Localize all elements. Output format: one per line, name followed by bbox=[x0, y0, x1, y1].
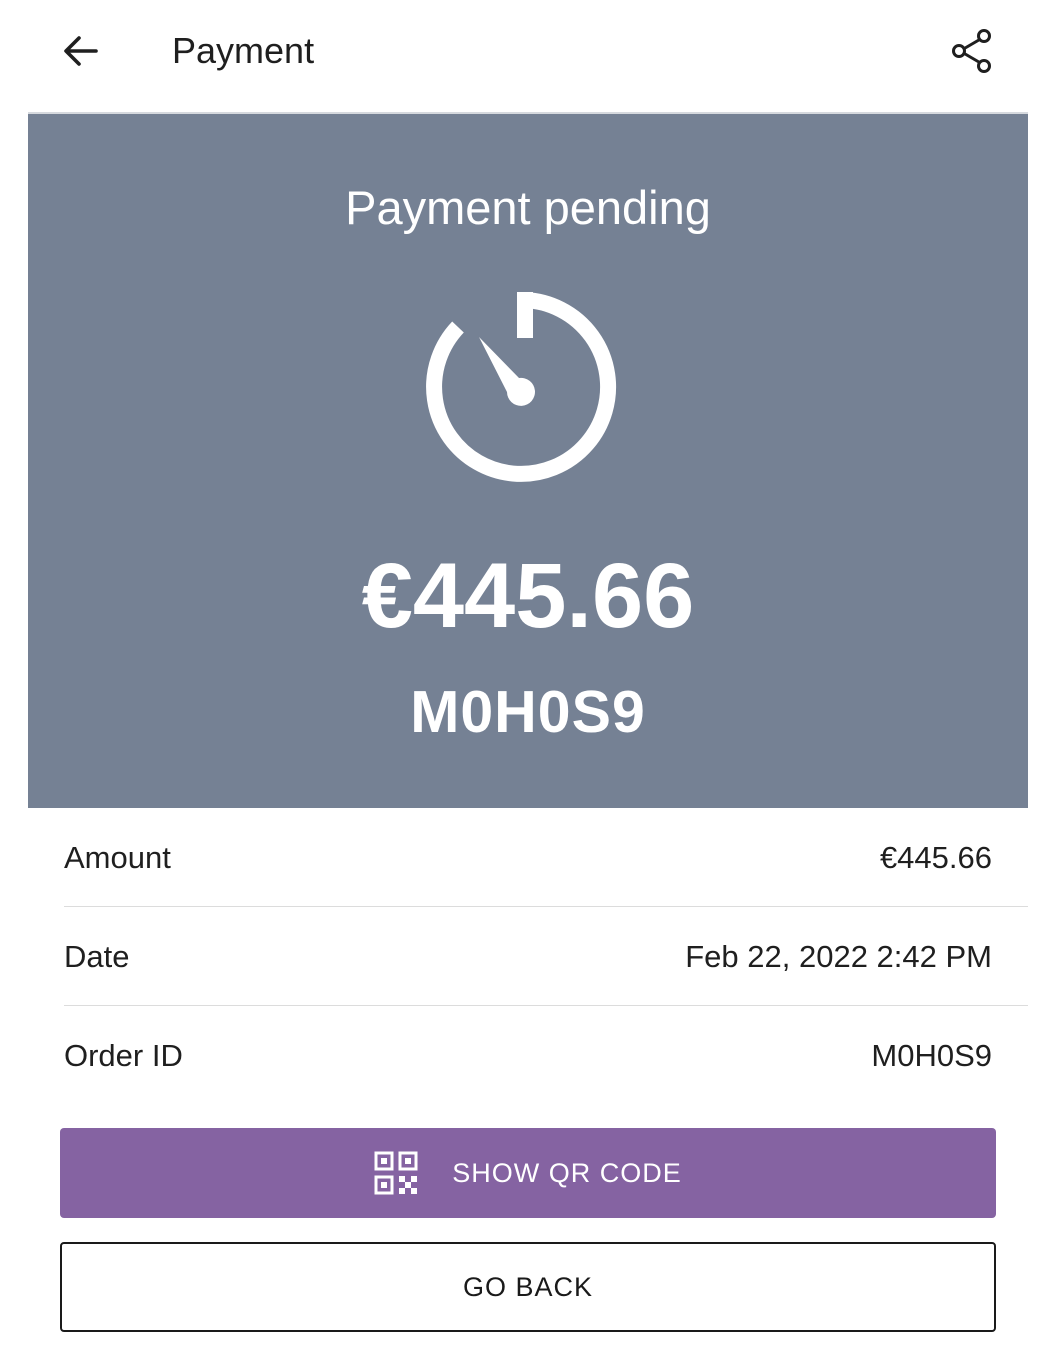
payment-amount: €445.66 bbox=[361, 545, 695, 647]
arrow-left-icon bbox=[64, 36, 98, 66]
back-button[interactable] bbox=[52, 22, 110, 80]
detail-label: Amount bbox=[64, 840, 171, 875]
app-bar: Payment bbox=[0, 0, 1062, 112]
show-qr-code-label: SHOW QR CODE bbox=[452, 1158, 682, 1188]
timer-icon bbox=[426, 292, 617, 482]
share-icon bbox=[952, 29, 991, 73]
go-back-label: GO BACK bbox=[462, 1272, 594, 1302]
qr-code-icon bbox=[374, 1151, 418, 1195]
payment-status-text: Payment pending bbox=[345, 181, 711, 234]
page-title: Payment bbox=[172, 30, 315, 71]
detail-label: Order ID bbox=[64, 1038, 183, 1073]
detail-value: €445.66 bbox=[879, 840, 992, 875]
detail-row-amount: Amount €445.66 bbox=[64, 808, 1028, 907]
payment-details-list: Amount €445.66 Date Feb 22, 2022 2:42 PM… bbox=[64, 808, 1028, 1105]
detail-value: M0H0S9 bbox=[871, 1038, 992, 1073]
go-back-button[interactable]: GO BACK bbox=[60, 1242, 996, 1332]
share-button[interactable] bbox=[942, 22, 1002, 80]
detail-row-date: Date Feb 22, 2022 2:42 PM bbox=[64, 907, 1028, 1006]
detail-label: Date bbox=[64, 939, 130, 974]
payment-status-panel: Payment pending €445.66 M0H0S9 bbox=[28, 112, 1028, 808]
order-code: M0H0S9 bbox=[410, 679, 646, 745]
detail-row-order-id: Order ID M0H0S9 bbox=[64, 1006, 1028, 1105]
detail-value: Feb 22, 2022 2:42 PM bbox=[685, 939, 992, 974]
show-qr-code-button[interactable]: SHOW QR CODE bbox=[60, 1128, 996, 1218]
